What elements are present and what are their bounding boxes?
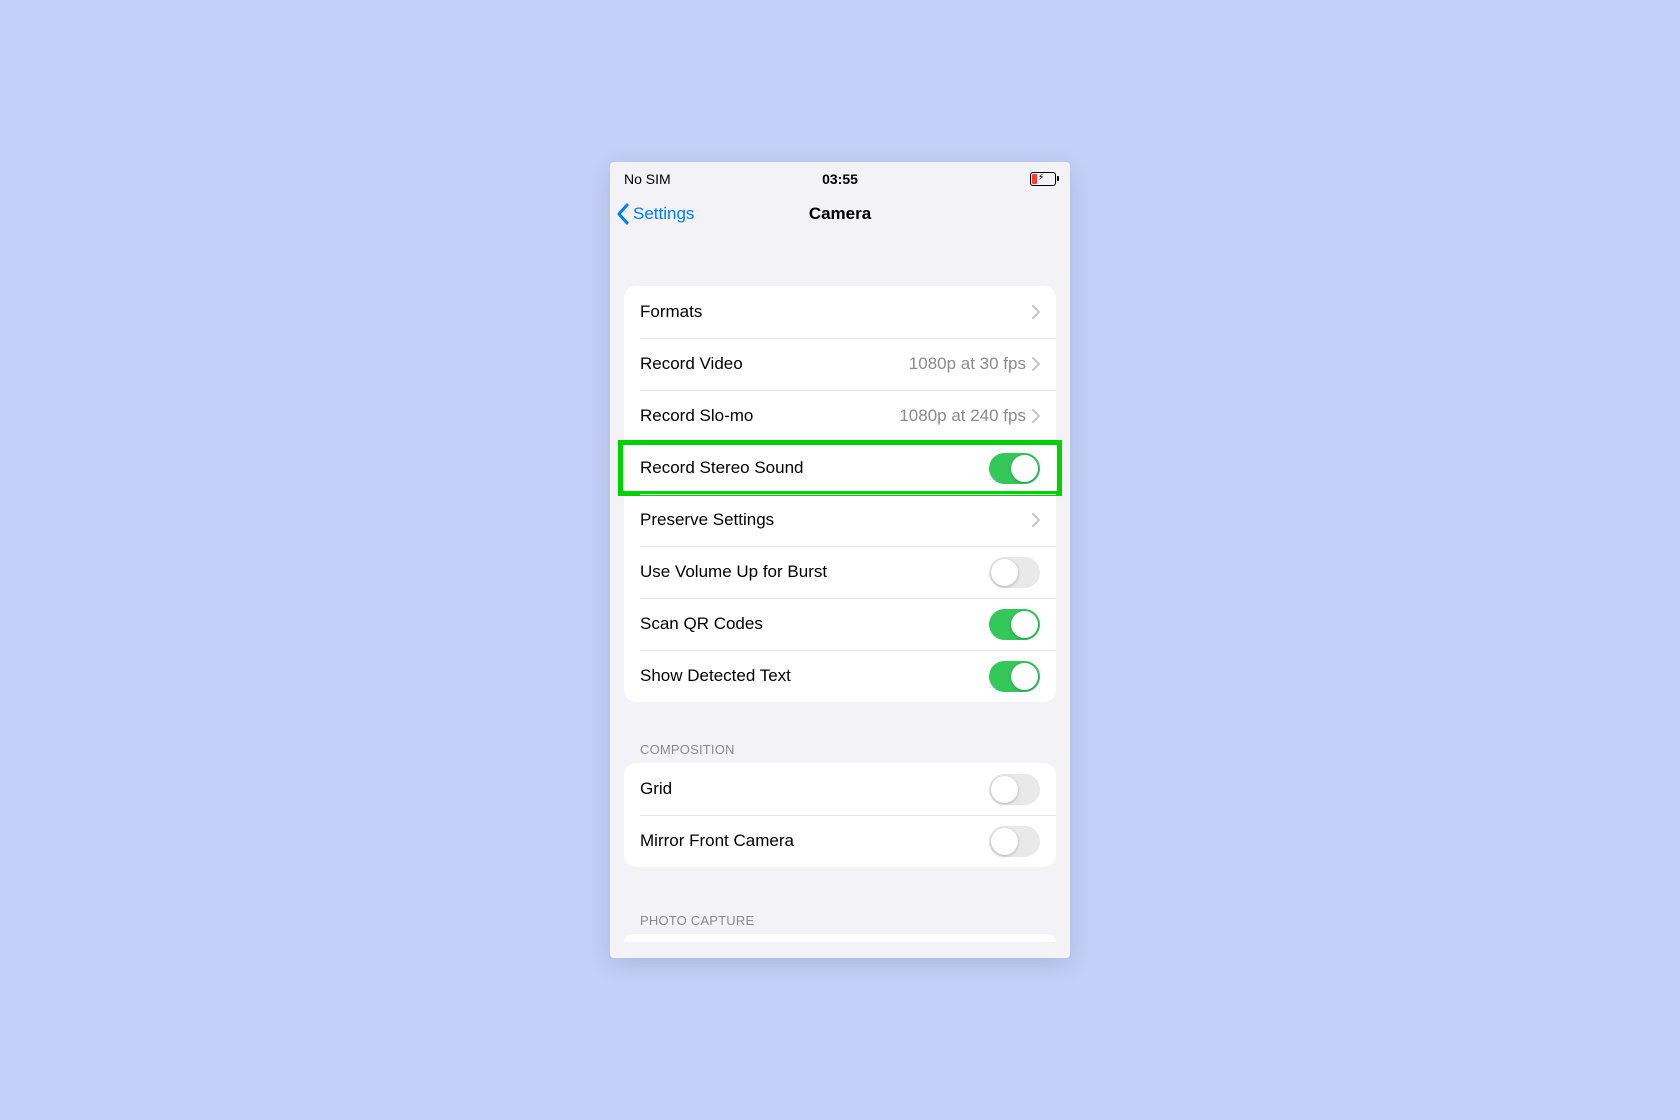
row-label: Formats: [640, 302, 1032, 322]
stage: No SIM 03:55 ⚡︎ Settings Camera Formats: [0, 0, 1680, 1120]
back-button[interactable]: Settings: [616, 192, 694, 236]
formats-row[interactable]: Formats: [624, 286, 1056, 338]
page-title: Camera: [809, 204, 871, 224]
chevron-right-icon: [1032, 513, 1040, 527]
phone-frame: No SIM 03:55 ⚡︎ Settings Camera Formats: [610, 162, 1070, 958]
mirror-front-row[interactable]: Mirror Front Camera: [624, 815, 1056, 867]
record-slomo-row[interactable]: Record Slo-mo 1080p at 240 fps: [624, 390, 1056, 442]
row-detail: 1080p at 30 fps: [909, 354, 1026, 374]
row-label: Grid: [640, 779, 989, 799]
row-label: Record Video: [640, 354, 909, 374]
row-label: Use Volume Up for Burst: [640, 562, 989, 582]
record-video-row[interactable]: Record Video 1080p at 30 fps: [624, 338, 1056, 390]
chevron-right-icon: [1032, 305, 1040, 319]
group-spacer: [610, 867, 1070, 907]
nav-bar: Settings Camera: [610, 192, 1070, 236]
row-detail: 1080p at 240 fps: [899, 406, 1026, 426]
battery-icon: ⚡︎: [1030, 172, 1056, 186]
grid-row[interactable]: Grid: [624, 763, 1056, 815]
detected-text-row[interactable]: Show Detected Text: [624, 650, 1056, 702]
row-label: Show Detected Text: [640, 666, 989, 686]
volume-burst-toggle[interactable]: [989, 557, 1040, 588]
content-scroll[interactable]: Formats Record Video 1080p at 30 fps Rec…: [610, 236, 1070, 958]
settings-group-photo-capture: [624, 934, 1056, 942]
back-label: Settings: [633, 204, 694, 224]
volume-burst-row[interactable]: Use Volume Up for Burst: [624, 546, 1056, 598]
detected-text-toggle[interactable]: [989, 661, 1040, 692]
grid-toggle[interactable]: [989, 774, 1040, 805]
top-spacer: [610, 236, 1070, 286]
chevron-right-icon: [1032, 409, 1040, 423]
chevron-right-icon: [1032, 357, 1040, 371]
composition-header: COMPOSITION: [610, 736, 1070, 763]
photo-capture-header: PHOTO CAPTURE: [610, 907, 1070, 934]
row-label: Record Stereo Sound: [640, 458, 989, 478]
row-label: Preserve Settings: [640, 510, 1032, 530]
status-carrier: No SIM: [624, 171, 768, 187]
record-stereo-sound-toggle[interactable]: [989, 453, 1040, 484]
settings-group-composition: Grid Mirror Front Camera: [624, 763, 1056, 867]
group-spacer: [610, 702, 1070, 736]
scan-qr-row[interactable]: Scan QR Codes: [624, 598, 1056, 650]
status-right: ⚡︎: [912, 172, 1056, 186]
row-label: Scan QR Codes: [640, 614, 989, 634]
preserve-settings-row[interactable]: Preserve Settings: [624, 494, 1056, 546]
row-label: Mirror Front Camera: [640, 831, 989, 851]
record-stereo-sound-row[interactable]: Record Stereo Sound: [624, 442, 1056, 494]
scan-qr-toggle[interactable]: [989, 609, 1040, 640]
status-bar: No SIM 03:55 ⚡︎: [610, 162, 1070, 192]
settings-group-1: Formats Record Video 1080p at 30 fps Rec…: [624, 286, 1056, 702]
status-time: 03:55: [768, 171, 912, 187]
row-label: Record Slo-mo: [640, 406, 899, 426]
chevron-left-icon: [616, 203, 629, 225]
mirror-front-toggle[interactable]: [989, 826, 1040, 857]
